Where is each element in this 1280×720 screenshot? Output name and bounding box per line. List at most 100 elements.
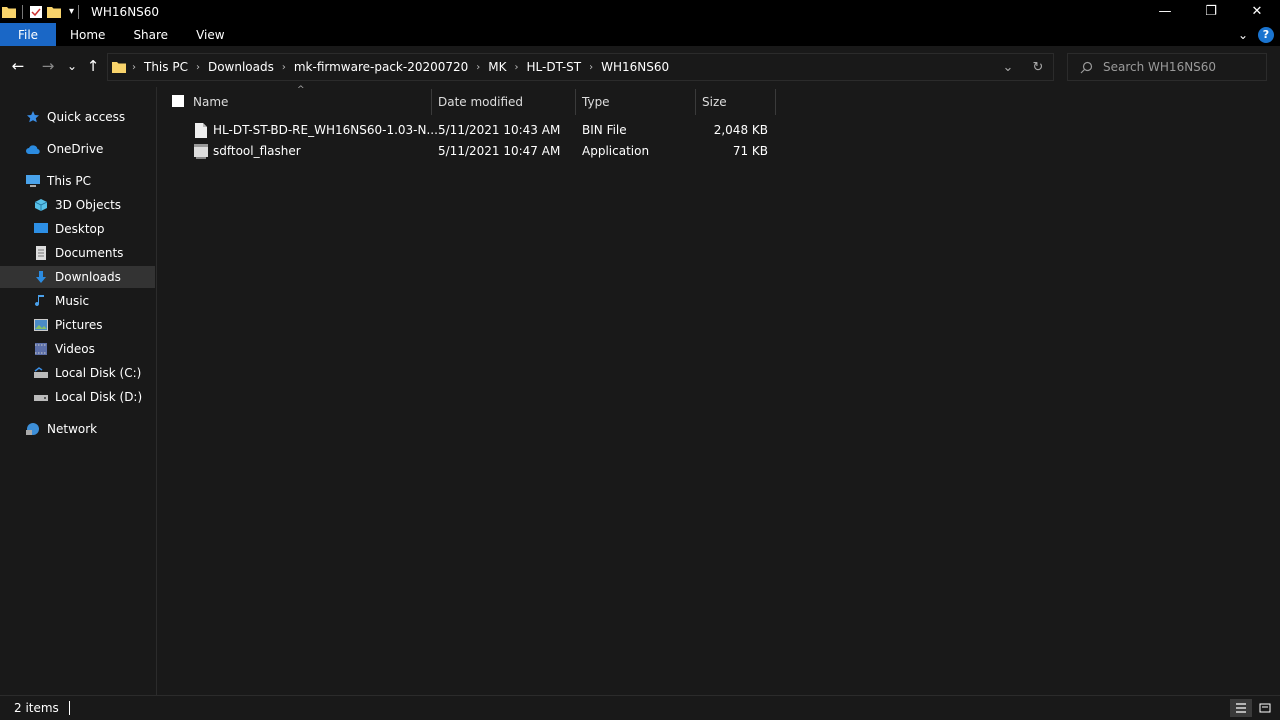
select-all-checkbox[interactable] [172, 95, 184, 107]
details-view-button[interactable] [1230, 699, 1252, 717]
file-row[interactable]: HL-DT-ST-BD-RE_WH16NS60-1.03-N... 5/11/2… [158, 120, 778, 141]
sidebar-item-label: Pictures [55, 318, 103, 332]
file-date: 5/11/2021 10:43 AM [438, 123, 561, 137]
column-divider[interactable] [575, 89, 576, 115]
toolbar-divider [22, 4, 23, 19]
breadcrumb: › This PC › Downloads › mk-firmware-pack… [108, 54, 675, 80]
breadcrumb-item[interactable]: Downloads [202, 60, 280, 74]
file-row[interactable]: sdftool_flasher 5/11/2021 10:47 AM Appli… [158, 141, 778, 162]
new-folder-icon[interactable] [47, 5, 61, 19]
chevron-right-icon[interactable]: › [280, 62, 288, 73]
sidebar-item-label: Documents [55, 246, 124, 260]
column-header-name[interactable]: Name [193, 89, 428, 115]
chevron-right-icon[interactable]: › [194, 62, 202, 73]
tab-view[interactable]: View [182, 23, 238, 46]
sidebar-item-label: Music [55, 294, 90, 308]
large-icons-view-button[interactable] [1254, 699, 1276, 717]
back-button[interactable]: ← [8, 56, 28, 76]
restore-button[interactable]: ❐ [1188, 0, 1234, 23]
computer-icon [25, 173, 41, 189]
chevron-right-icon[interactable]: › [130, 62, 138, 73]
file-size: 2,048 KB [713, 123, 768, 137]
sidebar-item-downloads[interactable]: Downloads [0, 266, 155, 288]
ribbon-right-controls: ⌄ ? [1238, 23, 1274, 46]
breadcrumb-item[interactable]: This PC [138, 60, 194, 74]
column-header-type[interactable]: Type [582, 89, 692, 115]
breadcrumb-item[interactable]: WH16NS60 [595, 60, 675, 74]
chevron-right-icon[interactable]: › [587, 62, 595, 73]
file-name: sdftool_flasher [213, 144, 301, 158]
sidebar-item-onedrive[interactable]: OneDrive [0, 138, 155, 160]
address-dropdown-icon[interactable]: ⌄ [993, 60, 1023, 75]
star-icon [25, 109, 41, 125]
cube-icon [33, 197, 49, 213]
column-divider[interactable] [431, 89, 432, 115]
breadcrumb-item[interactable]: MK [482, 60, 512, 74]
address-actions: ⌄ ↻ [993, 54, 1053, 80]
chevron-right-icon[interactable]: › [513, 62, 521, 73]
music-icon [33, 293, 49, 309]
customize-toolbar-icon[interactable]: ▾ [69, 6, 74, 17]
sidebar-item-music[interactable]: Music [0, 290, 155, 312]
sidebar-item-pictures[interactable]: Pictures [0, 314, 155, 336]
address-bar[interactable]: › This PC › Downloads › mk-firmware-pack… [107, 53, 1054, 81]
document-icon [33, 245, 49, 261]
column-divider[interactable] [775, 89, 776, 115]
folder-icon [112, 62, 126, 73]
file-date: 5/11/2021 10:47 AM [438, 144, 561, 158]
status-divider [68, 701, 70, 715]
column-header-size[interactable]: Size [702, 89, 772, 115]
window-title: WH16NS60 [91, 4, 160, 19]
sidebar-item-desktop[interactable]: Desktop [0, 218, 155, 240]
help-icon[interactable]: ? [1258, 26, 1274, 43]
expand-ribbon-icon[interactable]: ⌄ [1238, 28, 1248, 42]
window-controls: — ❐ ✕ [1142, 0, 1280, 23]
breadcrumb-item[interactable]: mk-firmware-pack-20200720 [288, 60, 474, 74]
properties-icon[interactable] [29, 5, 43, 19]
sidebar-item-this-pc[interactable]: This PC [0, 170, 155, 192]
sidebar-item-label: Local Disk (C:) [55, 366, 142, 380]
file-list: ^ Name Date modified Type Size HL-DT-ST-… [158, 85, 1280, 695]
tab-home[interactable]: Home [56, 23, 119, 46]
forward-button[interactable]: → [38, 56, 58, 76]
folder-icon [2, 6, 16, 18]
view-switcher [1230, 699, 1276, 717]
search-icon [1080, 61, 1093, 73]
application-icon [194, 144, 208, 159]
download-icon [33, 269, 49, 285]
navigation-pane: Quick access OneDrive This PC 3D Objects… [0, 87, 157, 695]
column-divider[interactable] [695, 89, 696, 115]
minimize-button[interactable]: — [1142, 0, 1188, 23]
sidebar-item-label: Downloads [55, 270, 121, 284]
close-button[interactable]: ✕ [1234, 0, 1280, 23]
recent-locations-button[interactable]: ⌄ [62, 56, 82, 76]
file-icon [195, 123, 207, 138]
file-name: HL-DT-ST-BD-RE_WH16NS60-1.03-N... [213, 123, 438, 137]
refresh-icon[interactable]: ↻ [1023, 60, 1053, 75]
tab-share[interactable]: Share [119, 23, 182, 46]
sidebar-item-videos[interactable]: Videos [0, 338, 155, 360]
tab-file[interactable]: File [0, 23, 56, 46]
column-header-date[interactable]: Date modified [438, 89, 573, 115]
sidebar-item-label: Desktop [55, 222, 105, 236]
quick-access-toolbar: ▾ [0, 0, 85, 23]
sidebar-item-quick-access[interactable]: Quick access [0, 106, 155, 128]
sidebar-item-3d-objects[interactable]: 3D Objects [0, 194, 155, 216]
cloud-icon [25, 141, 41, 157]
sidebar-item-network[interactable]: Network [0, 418, 155, 440]
sidebar-item-documents[interactable]: Documents [0, 242, 155, 264]
network-icon [25, 421, 41, 437]
breadcrumb-item[interactable]: HL-DT-ST [521, 60, 588, 74]
ribbon-tabs: File Home Share View ⌄ ? [0, 23, 1280, 46]
large-icons-view-icon [1259, 703, 1271, 713]
toolbar-divider [78, 4, 80, 19]
chevron-right-icon[interactable]: › [474, 62, 482, 73]
drive-icon [33, 365, 49, 381]
sidebar-item-label: Local Disk (D:) [55, 390, 143, 404]
search-input[interactable]: Search WH16NS60 [1067, 53, 1267, 81]
search-placeholder: Search WH16NS60 [1103, 60, 1217, 74]
sidebar-item-local-disk-c[interactable]: Local Disk (C:) [0, 362, 155, 384]
sidebar-item-local-disk-d[interactable]: Local Disk (D:) [0, 386, 155, 408]
navigation-bar: ← → ⌄ ↑ › This PC › Downloads › mk-firmw… [0, 46, 1280, 87]
up-button[interactable]: ↑ [83, 56, 103, 76]
